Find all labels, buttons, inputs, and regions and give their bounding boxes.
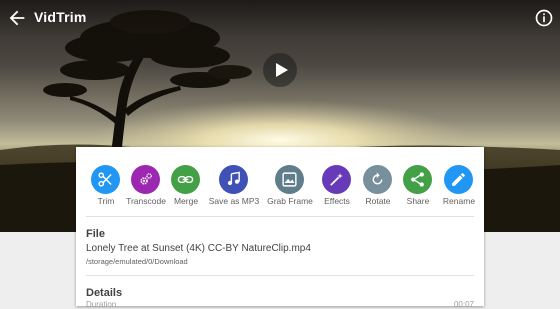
info-icon[interactable] [534,8,554,28]
divider [86,275,474,276]
link-icon [171,165,200,194]
pencil-icon [444,165,473,194]
file-name: Lonely Tree at Sunset (4K) CC-BY NatureC… [86,243,311,254]
image-icon [275,165,304,194]
save-as-mp3-button[interactable]: Save as MP3 [209,165,259,211]
file-path: /storage/emulated/0/Download [86,257,188,266]
rotate-icon [363,165,392,194]
arrow-back-icon[interactable] [6,7,28,29]
divider [86,216,474,217]
play-icon [276,63,288,77]
action-toolbar: Trim Transcode Merge Save as MP3 Grab Fr… [76,165,484,209]
rename-button[interactable]: Rename [435,165,483,211]
duration-value: 00:07 [453,300,474,309]
scissors-icon [91,165,120,194]
duration-label: Duration [86,300,117,309]
gears-icon [131,165,160,194]
details-section-title: Details [86,287,123,299]
music-icon [219,165,248,194]
video-info-card: Trim Transcode Merge Save as MP3 Grab Fr… [76,147,484,309]
magic-wand-icon [322,165,351,194]
app-bar: VidTrim [0,0,560,36]
play-button[interactable] [263,53,297,87]
app-title: VidTrim [34,9,87,25]
share-icon [403,165,432,194]
file-section-title: File [86,228,105,240]
rename-label: Rename [442,196,476,206]
